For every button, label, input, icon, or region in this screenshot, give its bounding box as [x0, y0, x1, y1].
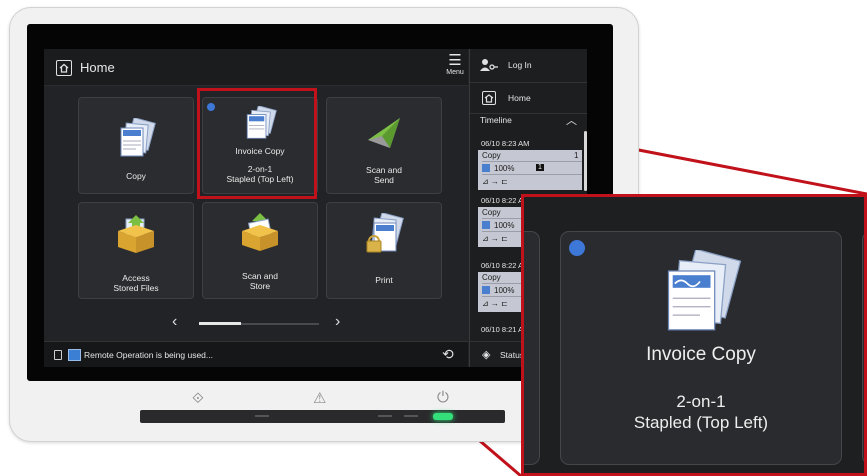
menu-button[interactable]: ☰ Menu: [442, 49, 468, 85]
print-tile[interactable]: Print: [326, 202, 442, 299]
timeline-job[interactable]: Copy 1 100% 1 ⊿ → ⊏: [478, 150, 582, 190]
job-zoom: 100%: [494, 286, 515, 295]
scan-and-store-tile[interactable]: Scan and Store: [202, 202, 318, 299]
energy-saver-button-icon[interactable]: ⟐: [192, 390, 204, 407]
access-stored-files-tile[interactable]: Access Stored Files: [78, 202, 194, 299]
counter-check-icon[interactable]: ⟲: [442, 346, 454, 363]
job-badge: 1: [536, 164, 544, 171]
invoice-copy-tile-zoomed[interactable]: Invoice Copy 2-on-1 Stapled (Top Left): [560, 231, 842, 465]
stored-files-box-icon: [114, 213, 158, 257]
tile-label: Scan and: [242, 271, 278, 281]
copy-tile[interactable]: Copy: [78, 97, 194, 194]
tile-label: Store: [249, 281, 271, 291]
page-title: Home: [80, 60, 115, 75]
status-bar: Remote Operation is being used... ⟲: [44, 341, 468, 367]
job-time: 06/10 8:23 AM: [481, 139, 530, 148]
send-paper-plane-icon: [364, 114, 404, 154]
tile-label: Print: [375, 275, 393, 285]
copy-documents-icon: [116, 117, 156, 160]
timeline-scrollbar[interactable]: [584, 131, 587, 191]
adjacent-tile-right: [862, 231, 864, 465]
tile-label: Access: [122, 273, 150, 283]
job-type: Copy: [482, 273, 501, 282]
power-led: [433, 413, 453, 420]
menu-label: Menu: [446, 69, 464, 76]
previous-page-button[interactable]: ‹: [172, 313, 177, 331]
home-icon: [482, 91, 496, 105]
scan-store-box-icon: [238, 211, 282, 255]
power-button-icon[interactable]: ⏻: [437, 389, 449, 406]
timeline-label: Timeline: [480, 115, 512, 125]
user-key-icon: [480, 58, 498, 72]
home-button[interactable]: Home: [470, 83, 587, 114]
home-icon: [56, 60, 72, 76]
tile-label: Copy: [126, 171, 146, 181]
timeline-header[interactable]: Timeline ︿: [470, 113, 587, 127]
job-row: 100% 1: [482, 163, 582, 175]
button-bar-mark: [255, 415, 269, 417]
alert-button-icon[interactable]: ⚠: [313, 389, 326, 407]
favorite-indicator-dot: [569, 240, 585, 256]
zoomed-tile-subtitle: 2-on-1: [676, 392, 726, 411]
status-message: Remote Operation is being used...: [84, 350, 213, 360]
highlight-frame: [197, 88, 317, 199]
home-header: Home ☰ Menu: [44, 49, 468, 86]
job-zoom: 100%: [494, 164, 515, 173]
job-copies: 1: [574, 151, 579, 160]
zoom-callout: Invoice Copy 2-on-1 Stapled (Top Left): [521, 194, 867, 476]
job-type: Copy: [482, 151, 501, 160]
adjacent-tile-left: [524, 231, 540, 465]
job-zoom: 100%: [494, 221, 515, 230]
tile-label: Scan and: [366, 165, 402, 175]
lock-icon: [54, 350, 62, 360]
remote-operation-icon: [68, 349, 81, 361]
hamburger-icon: ☰: [448, 52, 462, 69]
layout-arrow-icon: ⊿ → ⊏: [482, 234, 508, 243]
scan-and-send-tile[interactable]: Scan and Send: [326, 97, 442, 194]
copy-ratio-icon: [482, 221, 490, 229]
page-scroll-thumb[interactable]: [199, 322, 241, 325]
home-label: Home: [508, 93, 531, 103]
copy-ratio-icon: [482, 286, 490, 294]
zoomed-tile-title: Invoice Copy: [646, 344, 756, 365]
login-label: Log In: [508, 60, 532, 70]
layout-arrow-icon: ⊿ → ⊏: [482, 299, 508, 308]
login-button[interactable]: Log In: [470, 49, 587, 83]
zoomed-tile-subtitle: Stapled (Top Left): [633, 413, 769, 432]
job-row: Copy 1: [482, 150, 582, 162]
print-documents-lock-icon: [364, 212, 404, 257]
button-bar-mark: [378, 415, 392, 417]
tile-label: Send: [374, 175, 394, 185]
job-type: Copy: [482, 208, 501, 217]
chevron-up-icon[interactable]: ︿: [566, 112, 577, 128]
button-bar-mark: [404, 415, 418, 417]
next-page-button[interactable]: ›: [335, 313, 340, 331]
layout-arrow-icon: ⊿ → ⊏: [482, 177, 508, 186]
status-monitor-icon: ◈: [482, 349, 491, 361]
copy-ratio-icon: [482, 164, 490, 172]
invoice-copy-documents-icon: [657, 248, 743, 339]
tile-label: Stored Files: [113, 283, 159, 293]
